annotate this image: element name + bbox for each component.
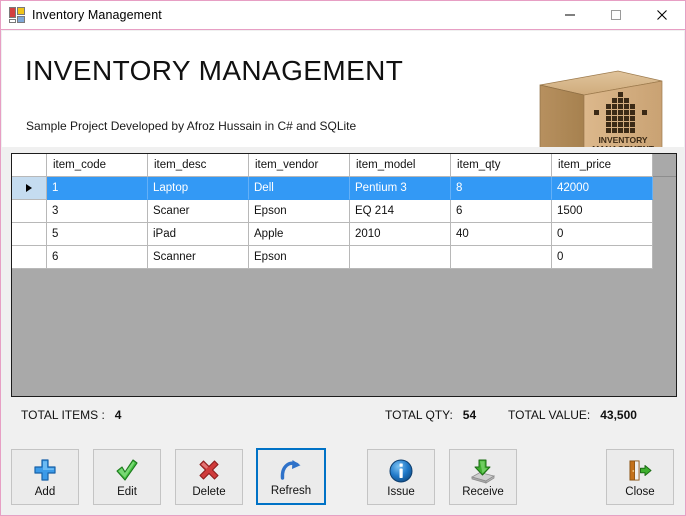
refresh-arrow-icon bbox=[278, 456, 304, 484]
receive-disk-icon bbox=[469, 457, 497, 485]
inventory-management-window: Inventory Management INVENTORY MANAGEMEN… bbox=[0, 0, 686, 516]
cell-item_model[interactable]: EQ 214 bbox=[350, 200, 451, 223]
cell-item_price[interactable]: 0 bbox=[552, 246, 653, 269]
cell-item_price[interactable]: 1500 bbox=[552, 200, 653, 223]
row-selector[interactable] bbox=[12, 177, 47, 200]
header-band: INVENTORY MANAGEMENT Sample Project Deve… bbox=[2, 31, 684, 147]
cell-item_qty[interactable]: 40 bbox=[451, 223, 552, 246]
delete-button[interactable]: Delete bbox=[175, 449, 243, 505]
total-value-value: 43,500 bbox=[600, 408, 637, 422]
refresh-button[interactable]: Refresh bbox=[256, 448, 326, 505]
title-bar: Inventory Management bbox=[1, 1, 685, 30]
page-title: INVENTORY MANAGEMENT bbox=[25, 55, 404, 86]
row-filler bbox=[653, 246, 676, 269]
inventory-data-grid[interactable]: item_code item_desc item_vendor item_mod… bbox=[11, 153, 677, 397]
column-header-item_price[interactable]: item_price bbox=[552, 154, 653, 177]
delete-button-label: Delete bbox=[192, 485, 226, 498]
table-row[interactable]: 6 Scanner Epson 0 bbox=[12, 246, 676, 269]
cell-item_model[interactable]: Pentium 3 bbox=[350, 177, 451, 200]
row-filler bbox=[653, 223, 676, 246]
receive-button-label: Receive bbox=[462, 485, 504, 498]
receive-button[interactable]: Receive bbox=[449, 449, 517, 505]
maximize-icon[interactable] bbox=[593, 1, 639, 30]
cross-icon bbox=[196, 457, 222, 485]
total-value-label: TOTAL VALUE: bbox=[508, 408, 591, 422]
row-filler bbox=[653, 177, 676, 200]
edit-button-label: Edit bbox=[117, 485, 137, 498]
totals-bar: TOTAL ITEMS : 4 TOTAL QTY: 54 TOTAL VALUE:… bbox=[2, 399, 684, 437]
close-icon[interactable] bbox=[639, 1, 685, 30]
cell-item_code[interactable]: 6 bbox=[47, 246, 148, 269]
column-header-item_vendor[interactable]: item_vendor bbox=[249, 154, 350, 177]
grid-header-row: item_code item_desc item_vendor item_mod… bbox=[12, 154, 676, 177]
cell-item_qty[interactable]: 8 bbox=[451, 177, 552, 200]
cell-item_code[interactable]: 5 bbox=[47, 223, 148, 246]
row-selector[interactable] bbox=[12, 223, 47, 246]
column-header-item_qty[interactable]: item_qty bbox=[451, 154, 552, 177]
total-items-label: TOTAL ITEMS : bbox=[21, 408, 105, 422]
cell-item_model[interactable] bbox=[350, 246, 451, 269]
minimize-icon[interactable] bbox=[547, 1, 593, 30]
row-selector[interactable] bbox=[12, 246, 47, 269]
row-filler bbox=[653, 200, 676, 223]
cell-item_desc[interactable]: Laptop bbox=[148, 177, 249, 200]
cardboard-box-logo: INVENTORY MANAGEMENT bbox=[539, 70, 663, 147]
cell-item_model[interactable]: 2010 bbox=[350, 223, 451, 246]
check-icon bbox=[114, 457, 140, 485]
cell-item_vendor[interactable]: Dell bbox=[249, 177, 350, 200]
column-header-item_model[interactable]: item_model bbox=[350, 154, 451, 177]
cell-item_vendor[interactable]: Epson bbox=[249, 246, 350, 269]
close-button-label: Close bbox=[625, 485, 655, 498]
refresh-button-label: Refresh bbox=[270, 485, 312, 497]
issue-button[interactable]: Issue bbox=[367, 449, 435, 505]
add-button-label: Add bbox=[34, 485, 56, 498]
plus-icon bbox=[32, 457, 58, 485]
add-button[interactable]: Add bbox=[11, 449, 79, 505]
cell-item_desc[interactable]: iPad bbox=[148, 223, 249, 246]
table-row[interactable]: 5 iPad Apple 2010 40 0 bbox=[12, 223, 676, 246]
issue-button-label: Issue bbox=[387, 485, 415, 498]
total-qty: TOTAL QTY: 54 bbox=[385, 408, 476, 422]
exit-door-icon bbox=[626, 457, 654, 485]
info-circle-icon bbox=[388, 457, 414, 485]
total-items-value: 4 bbox=[114, 408, 122, 422]
cell-item_price[interactable]: 0 bbox=[552, 223, 653, 246]
cell-item_qty[interactable] bbox=[451, 246, 552, 269]
cell-item_desc[interactable]: Scanner bbox=[148, 246, 249, 269]
total-value: TOTAL VALUE: 43,500 bbox=[508, 408, 637, 422]
grid-select-all-corner[interactable] bbox=[12, 154, 47, 177]
logo-line2: MANAGEMENT bbox=[592, 144, 655, 147]
table-row[interactable]: 3 Scaner Epson EQ 214 6 1500 bbox=[12, 200, 676, 223]
cell-item_vendor[interactable]: Epson bbox=[249, 200, 350, 223]
cell-item_price[interactable]: 42000 bbox=[552, 177, 653, 200]
window-title: Inventory Management bbox=[32, 8, 162, 22]
cell-item_desc[interactable]: Scaner bbox=[148, 200, 249, 223]
row-selector[interactable] bbox=[12, 200, 47, 223]
cell-item_qty[interactable]: 6 bbox=[451, 200, 552, 223]
cell-item_code[interactable]: 1 bbox=[47, 177, 148, 200]
page-subtitle: Sample Project Developed by Afroz Hussai… bbox=[26, 119, 357, 133]
total-items: TOTAL ITEMS : 4 bbox=[21, 408, 121, 422]
close-button[interactable]: Close bbox=[606, 449, 674, 505]
cell-item_vendor[interactable]: Apple bbox=[249, 223, 350, 246]
edit-button[interactable]: Edit bbox=[93, 449, 161, 505]
total-qty-value: 54 bbox=[462, 408, 477, 422]
table-row[interactable]: 1 Laptop Dell Pentium 3 8 42000 bbox=[12, 177, 676, 200]
column-header-item_code[interactable]: item_code bbox=[47, 154, 148, 177]
winforms-app-icon bbox=[9, 7, 25, 23]
window-controls bbox=[547, 1, 685, 30]
total-qty-label: TOTAL QTY: bbox=[385, 408, 453, 422]
cell-item_code[interactable]: 3 bbox=[47, 200, 148, 223]
column-header-item_desc[interactable]: item_desc bbox=[148, 154, 249, 177]
grid-header-filler bbox=[653, 154, 676, 177]
